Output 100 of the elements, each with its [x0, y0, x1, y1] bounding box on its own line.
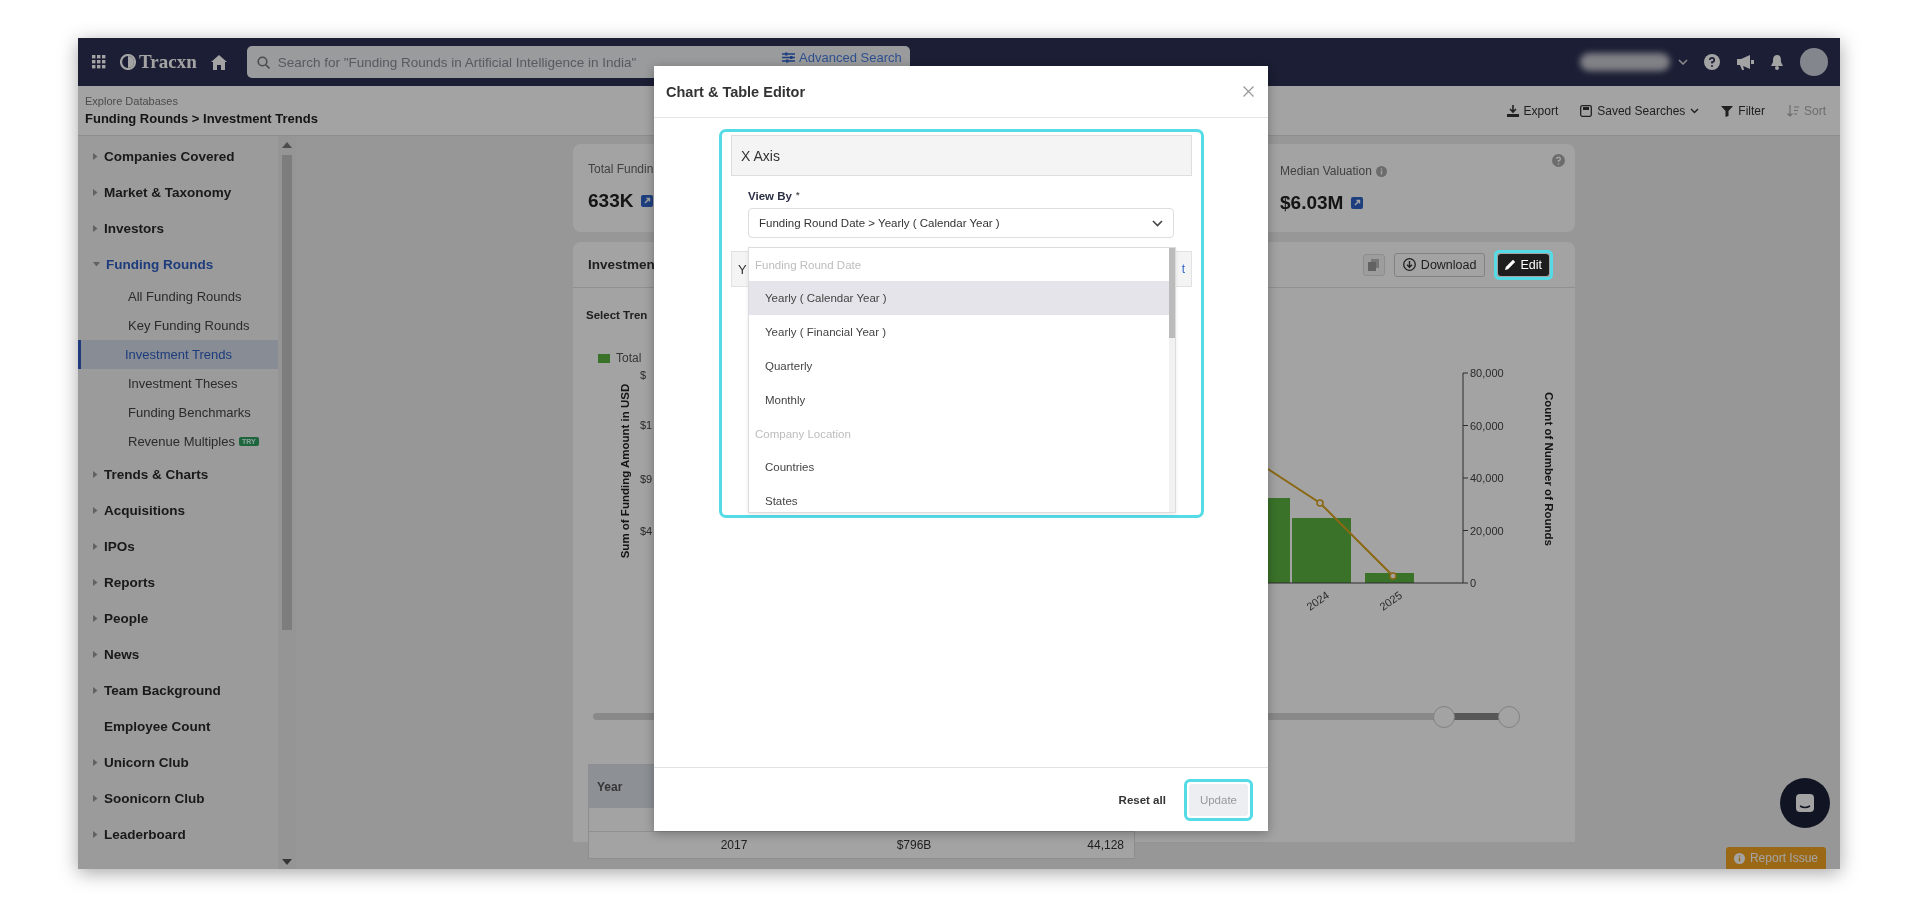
chevron-down-icon: [1152, 219, 1163, 227]
slider-handle[interactable]: [1497, 706, 1520, 728]
grid-icon: [92, 55, 106, 69]
sidebar-item[interactable]: Unicorn Club: [78, 744, 278, 780]
sidebar-item[interactable]: Market & Taxonomy: [78, 174, 278, 210]
dropdown-option[interactable]: Yearly ( Calendar Year ): [749, 281, 1169, 315]
caret-right-icon: [93, 152, 98, 160]
arrow-up-icon: [282, 142, 292, 148]
download-button[interactable]: Download: [1393, 252, 1486, 277]
axis-title: Count of Number of Rounds: [1543, 392, 1555, 546]
home-icon: [210, 54, 227, 70]
home-button[interactable]: [210, 54, 227, 70]
sidebar-item[interactable]: Soonicorn Club: [78, 780, 278, 816]
axis-tick-label: $: [640, 369, 647, 381]
avatar[interactable]: [1800, 48, 1828, 76]
arrow-down-icon: [282, 859, 292, 865]
sidebar-item[interactable]: Leaderboard: [78, 816, 278, 852]
logo[interactable]: Tracxn: [120, 51, 197, 73]
toolbar-button[interactable]: Export: [1506, 103, 1559, 118]
caret-right-icon: [93, 758, 98, 766]
caret-right-icon: [93, 614, 98, 622]
slider-handle[interactable]: [1433, 706, 1455, 728]
bell-icon: [1770, 54, 1784, 70]
sidebar-item[interactable]: Investors: [78, 210, 278, 246]
dropdown-option[interactable]: States: [749, 484, 1169, 512]
sidebar-item[interactable]: Reports: [78, 564, 278, 600]
bar: [1292, 518, 1351, 583]
close-icon: [1243, 86, 1254, 97]
required-mark: *: [795, 190, 800, 200]
filter-icon: [1721, 104, 1734, 117]
sidebar-item[interactable]: Team Background: [78, 672, 278, 708]
chevron-down-icon: [1690, 107, 1700, 114]
table-cell-text: 2017: [719, 838, 749, 852]
section-header: X Axis: [731, 135, 1192, 176]
axis-tick-label: $9: [640, 473, 653, 485]
axis-tick-label: 60,000: [1470, 419, 1504, 432]
caret-right-icon: [93, 542, 98, 550]
legend-label: Total: [616, 351, 642, 365]
axis-tick-label: 0: [1470, 577, 1477, 589]
breadcrumb-parent: Explore Databases: [85, 95, 179, 107]
caret-right-icon: [93, 794, 98, 802]
caret-right-icon: [93, 650, 98, 658]
dropdown-option[interactable]: Monthly: [749, 383, 1169, 417]
stat-label: Total Fundin: [588, 162, 654, 176]
option-group-label: Funding Round Date: [754, 257, 863, 273]
sidebar-item[interactable]: IPOs: [78, 528, 278, 564]
axis-tick-label: $1: [640, 419, 653, 431]
reset-all-button[interactable]: Reset all: [1118, 793, 1166, 806]
sidebar-item[interactable]: Employee Count: [78, 708, 278, 744]
dropdown-option[interactable]: Quarterly: [749, 349, 1169, 383]
caret-right-icon: [93, 224, 98, 232]
account-menu[interactable]: [1580, 53, 1688, 71]
legend-swatch: [598, 353, 610, 363]
section-label: Select Tren: [586, 309, 648, 321]
page-title: Funding Rounds > Investment Trends: [85, 111, 318, 126]
column-header: Year: [597, 779, 623, 794]
chevron-down-icon: [1678, 59, 1688, 65]
toolbar-button[interactable]: Saved Searches: [1580, 103, 1700, 118]
section-label: Y: [738, 261, 747, 277]
sidebar-subitem[interactable]: All Funding Rounds: [78, 282, 278, 311]
dropdown-option[interactable]: Yearly ( Financial Year ): [749, 315, 1169, 349]
caret-right-icon: [93, 578, 98, 586]
sidebar-item[interactable]: Acquisitions: [78, 492, 278, 528]
caret-right-icon: [93, 506, 98, 514]
sliders-icon: [782, 51, 796, 63]
scrollbar[interactable]: [1169, 248, 1175, 512]
external-link-icon: [1351, 197, 1364, 209]
stat-value: $6.03M: [1280, 192, 1344, 214]
sidebar-item[interactable]: People: [78, 600, 278, 636]
megaphone-icon: [1736, 54, 1754, 70]
axis-tick-label: 20,000: [1470, 524, 1504, 537]
edit-button[interactable]: Edit: [1498, 253, 1549, 276]
option-group-label: Company Location: [754, 426, 852, 442]
sidebar-item[interactable]: Funding Rounds: [78, 246, 278, 282]
menu-button[interactable]: [92, 55, 106, 69]
axis-tick-label: 80,000: [1470, 367, 1504, 379]
sidebar-subitem[interactable]: Funding Benchmarks: [78, 398, 278, 427]
sidebar-item[interactable]: News: [78, 636, 278, 672]
sidebar-subitem[interactable]: Investment Trends: [78, 340, 278, 369]
sidebar-item[interactable]: Trends & Charts: [78, 456, 278, 492]
caret-right-icon: [93, 188, 98, 196]
toolbar-button[interactable]: Filter: [1721, 103, 1765, 118]
view-by-dropdown[interactable]: Funding Round Date > Yearly ( Calendar Year ): [748, 208, 1174, 238]
dialog-title: Chart & Table Editor: [666, 83, 806, 100]
copy-button[interactable]: [1362, 253, 1385, 276]
chat-button[interactable]: [1780, 778, 1830, 828]
help-icon: [1704, 54, 1720, 70]
caret-right-icon: [93, 830, 98, 838]
info-icon: [1375, 165, 1387, 177]
dropdown-option[interactable]: Countries: [749, 450, 1169, 484]
sidebar-subitem[interactable]: Key Funding Rounds: [78, 311, 278, 340]
close-button[interactable]: [1241, 84, 1256, 99]
info-icon: [1733, 852, 1745, 864]
caret-right-icon: [93, 686, 98, 694]
field-label: View By: [748, 190, 792, 202]
axis-title: Sum of Funding Amount in USD: [619, 383, 631, 559]
save-icon: [1580, 104, 1593, 117]
sidebar-subitem[interactable]: Investment Theses: [78, 369, 278, 398]
reset-link[interactable]: t: [1181, 262, 1185, 276]
sidebar-item[interactable]: Companies Covered: [78, 138, 278, 174]
